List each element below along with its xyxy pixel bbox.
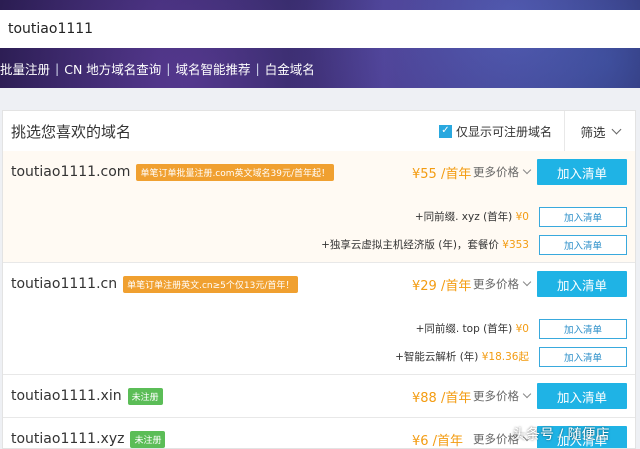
add-to-list-button[interactable]: 加入清单	[537, 271, 627, 297]
domain-name: toutiao1111.xin	[11, 388, 122, 404]
panel-header: 挑选您喜欢的域名 ✓ 仅显示可注册域名 筛选	[3, 111, 635, 152]
addon-row: +独享云虚拟主机经济版 (年)，套餐价 ¥353 加入清单	[3, 231, 635, 258]
domain-name: toutiao1111.com	[11, 164, 131, 180]
result-main: toutiao1111.xin 未注册 ¥88 /首年 更多价格 加入清单	[3, 375, 635, 417]
separator: |	[55, 60, 60, 76]
status-badge: 未注册	[130, 430, 166, 448]
addon-add-button[interactable]: 加入清单	[539, 234, 627, 255]
addon-add-button[interactable]: 加入清单	[539, 318, 627, 339]
domain-name: toutiao1111.xyz	[11, 431, 125, 447]
price: ¥29 /首年	[412, 278, 472, 294]
addon-row: +同前缀. xyz (首年) ¥0 加入清单	[3, 203, 635, 230]
more-prices-toggle[interactable]: 更多价格	[473, 164, 532, 180]
separator: |	[255, 60, 260, 76]
search-input[interactable]: toutiao1111	[0, 10, 640, 48]
promo-tag: 单笔订单批量注册.com英文域名39元/首年起！	[136, 163, 335, 181]
quick-links: 批量注册 | CN 地方域名查询 | 域名智能推荐 | 白金域名	[0, 58, 315, 78]
addon-add-button[interactable]: 加入清单	[539, 346, 627, 367]
result-main: toutiao1111.com 单笔订单批量注册.com英文域名39元/首年起！…	[3, 151, 635, 193]
addon-text: +同前缀. xyz (首年) ¥0	[414, 211, 529, 223]
more-prices-label: 更多价格	[473, 389, 519, 403]
addon-text: +独享云虚拟主机经济版 (年)，套餐价 ¥353	[321, 239, 529, 251]
hero-banner: toutiao1111 批量注册 | CN 地方域名查询 | 域名智能推荐 | …	[0, 0, 640, 88]
add-to-list-button[interactable]: 加入清单	[537, 383, 627, 409]
chevron-down-icon	[522, 277, 532, 287]
addon-price: ¥0	[515, 211, 529, 223]
more-prices-label: 更多价格	[473, 165, 519, 179]
more-prices-label: 更多价格	[473, 277, 519, 291]
price: ¥88 /首年	[412, 390, 472, 406]
only-available-toggle[interactable]: ✓ 仅显示可注册域名	[438, 123, 552, 140]
result-row: toutiao1111.cn 单笔订单注册英文.cn≥5个仅13元/首年！ ¥2…	[3, 263, 635, 374]
chevron-down-icon	[522, 165, 532, 175]
filter-button[interactable]: 筛选	[564, 111, 635, 151]
checkbox-icon[interactable]: ✓	[438, 124, 452, 138]
search-input-value: toutiao1111	[8, 21, 94, 37]
result-row: toutiao1111.com 单笔订单批量注册.com英文域名39元/首年起！…	[3, 151, 635, 262]
addon-price: ¥353	[502, 239, 529, 251]
more-prices-toggle[interactable]: 更多价格	[473, 276, 532, 292]
addon-add-button[interactable]: 加入清单	[539, 206, 627, 227]
addon-text: +智能云解析 (年) ¥18.36起	[395, 351, 529, 363]
quick-link-cn-local[interactable]: CN 地方域名查询	[64, 59, 161, 78]
domain-results-panel: 挑选您喜欢的域名 ✓ 仅显示可注册域名 筛选 toutiao1111.com 单…	[2, 110, 636, 449]
addon-row: +智能云解析 (年) ¥18.36起 加入清单	[3, 343, 635, 370]
panel-title: 挑选您喜欢的域名	[11, 122, 132, 141]
addon-text: +同前缀. top (首年) ¥0	[415, 323, 529, 335]
price: ¥55 /首年	[412, 166, 472, 182]
quick-link-smart-recommend[interactable]: 域名智能推荐	[176, 59, 251, 78]
price: ¥6 /首年	[412, 433, 464, 449]
status-badge: 未注册	[127, 387, 163, 405]
chevron-down-icon	[611, 124, 621, 134]
addon-price: ¥18.36起	[481, 351, 529, 363]
domain-name: toutiao1111.cn	[11, 276, 118, 292]
addon-price: ¥0	[515, 323, 529, 335]
result-row: toutiao1111.xin 未注册 ¥88 /首年 更多价格 加入清单	[3, 375, 635, 417]
quick-link-bulk-register[interactable]: 批量注册	[0, 59, 50, 78]
watermark: 头条号 / 随便店	[512, 427, 610, 443]
separator: |	[166, 60, 171, 76]
quick-link-platinum[interactable]: 白金域名	[265, 59, 315, 78]
only-available-label: 仅显示可注册域名	[455, 124, 552, 139]
chevron-down-icon	[522, 389, 532, 399]
addon-row: +同前缀. top (首年) ¥0 加入清单	[3, 315, 635, 342]
more-prices-toggle[interactable]: 更多价格	[473, 388, 532, 404]
promo-tag: 单笔订单注册英文.cn≥5个仅13元/首年！	[123, 275, 299, 293]
filter-label: 筛选	[580, 124, 606, 140]
add-to-list-button[interactable]: 加入清单	[537, 159, 627, 185]
result-main: toutiao1111.cn 单笔订单注册英文.cn≥5个仅13元/首年！ ¥2…	[3, 263, 635, 305]
